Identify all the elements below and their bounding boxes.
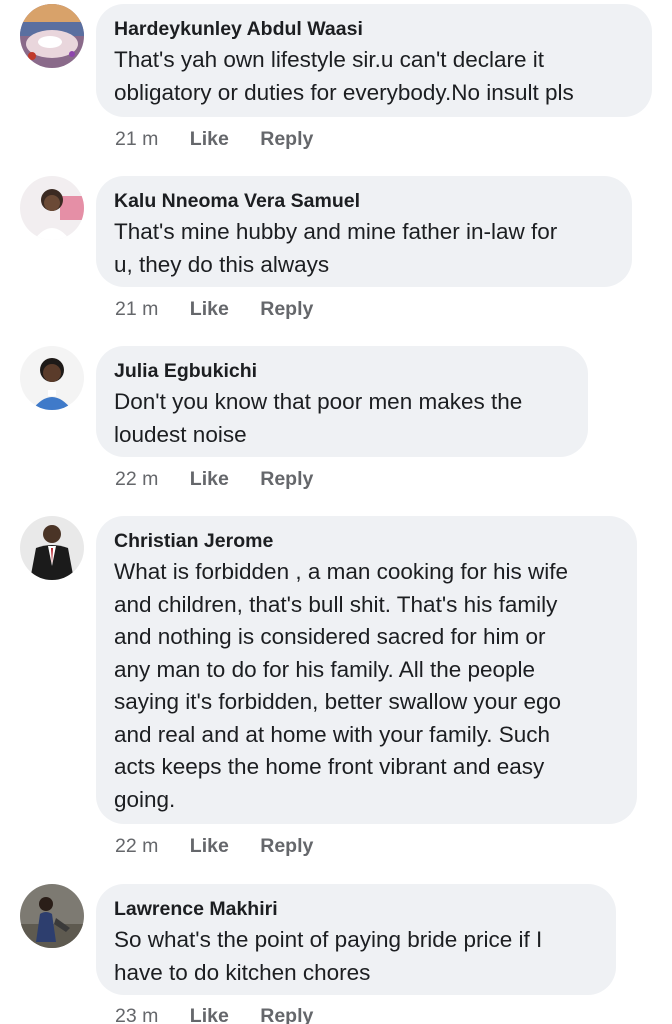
comment-bubble: Hardeykunley Abdul Waasi That's yah own … [96, 4, 652, 117]
comment-text: What is forbidden , a man cooking for hi… [114, 556, 619, 816]
comment-text-line: going. [114, 786, 176, 812]
comment-text-line: loudest noise [114, 421, 247, 447]
comment-timestamp[interactable]: 21 m [115, 127, 158, 151]
comment-timestamp[interactable]: 23 m [115, 1004, 158, 1024]
comment-text-line: So what's the point of paying bride pric… [114, 927, 543, 952]
comment-text: That's yah own lifestyle sir.u can't dec… [114, 44, 634, 109]
comment-actions: 22 m Like Reply [115, 834, 339, 858]
comment-author[interactable]: Christian Jerome [114, 528, 619, 554]
comment-actions: 21 m Like Reply [115, 297, 339, 321]
avatar[interactable] [20, 346, 84, 410]
comment-text-line: any man to do for his family. All the pe… [114, 656, 536, 682]
comment-text: Don't you know that poor men makes the l… [114, 386, 570, 451]
reply-button[interactable]: Reply [260, 834, 313, 858]
reply-button[interactable]: Reply [260, 297, 313, 321]
comment-text-line: saying it's forbidden, better swallow yo… [114, 689, 562, 714]
comment-text-line: have to do kitchen chores [114, 959, 371, 985]
comment-bubble: Lawrence Makhiri So what's the point of … [96, 884, 616, 995]
like-button[interactable]: Like [190, 467, 229, 491]
comment-text-line: What is forbidden , a man cooking for hi… [114, 559, 568, 584]
comment-text-line: Don't you know that poor men makes the [114, 389, 523, 414]
comment-text-line: That's mine hubby and mine father in-law… [114, 219, 558, 244]
comment-text-line: and real and at home with your family. S… [114, 721, 551, 747]
comment-text-line: obligatory or duties for everybody.No in… [114, 79, 574, 105]
avatar[interactable] [20, 516, 84, 580]
comments-thread: Hardeykunley Abdul Waasi That's yah own … [0, 0, 672, 1024]
like-button[interactable]: Like [190, 1004, 229, 1024]
avatar[interactable] [20, 884, 84, 948]
comment-text-line: and nothing is considered sacred for him… [114, 624, 546, 649]
comment-author[interactable]: Lawrence Makhiri [114, 896, 598, 922]
comment-text: So what's the point of paying bride pric… [114, 924, 598, 989]
comment-actions: 23 m Like Reply [115, 1004, 339, 1024]
comment-text: That's mine hubby and mine father in-law… [114, 216, 614, 281]
avatar[interactable] [20, 4, 84, 68]
comment-text-line: That's yah own lifestyle sir.u can't dec… [114, 47, 545, 72]
comment-author[interactable]: Hardeykunley Abdul Waasi [114, 16, 634, 42]
comment-text-line: and children, that's bull shit. That's h… [114, 591, 558, 617]
comment-timestamp[interactable]: 21 m [115, 297, 158, 321]
reply-button[interactable]: Reply [260, 127, 313, 151]
reply-button[interactable]: Reply [260, 1004, 313, 1024]
like-button[interactable]: Like [190, 297, 229, 321]
comment-text-line: u, they do this always [114, 251, 330, 277]
comment-text-line: acts keeps the home front vibrant and ea… [114, 754, 545, 779]
avatar[interactable] [20, 176, 84, 240]
comment-timestamp[interactable]: 22 m [115, 834, 158, 858]
like-button[interactable]: Like [190, 127, 229, 151]
reply-button[interactable]: Reply [260, 467, 313, 491]
comment-bubble: Christian Jerome What is forbidden , a m… [96, 516, 637, 824]
comment-author[interactable]: Kalu Nneoma Vera Samuel [114, 188, 614, 214]
comment-actions: 21 m Like Reply [115, 127, 339, 151]
comment-author[interactable]: Julia Egbukichi [114, 358, 570, 384]
comment-bubble: Julia Egbukichi Don't you know that poor… [96, 346, 588, 457]
comment-timestamp[interactable]: 22 m [115, 467, 158, 491]
comment-bubble: Kalu Nneoma Vera Samuel That's mine hubb… [96, 176, 632, 287]
comment-actions: 22 m Like Reply [115, 467, 339, 491]
like-button[interactable]: Like [190, 834, 229, 858]
